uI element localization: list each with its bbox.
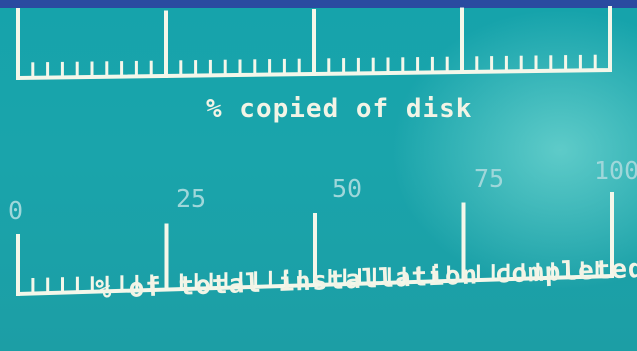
disk-progress-gauge <box>16 6 612 81</box>
disk-gauge-ticks <box>16 6 612 80</box>
installer-screen: % copied of disk 0 25 50 75 100 % of tot… <box>0 0 637 351</box>
disk-gauge-caption: % copied of disk <box>206 94 473 124</box>
